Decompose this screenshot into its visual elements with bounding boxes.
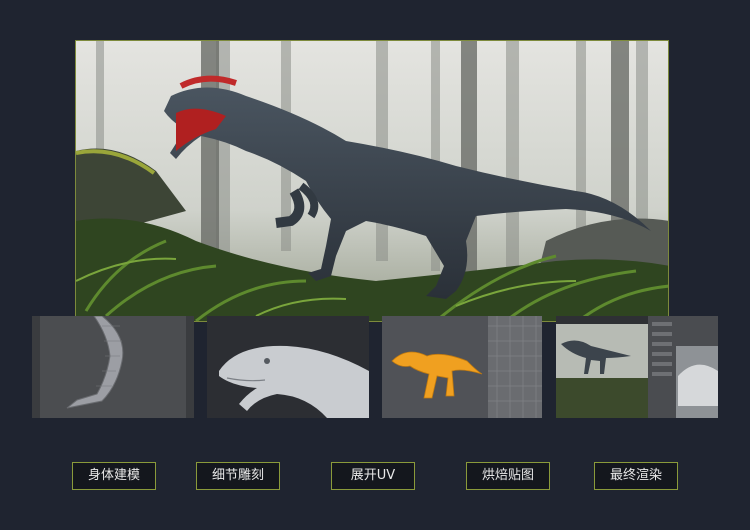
thumb-uv-unwrap bbox=[382, 316, 542, 418]
thumb-detail-sculpting bbox=[207, 316, 369, 418]
step-body-modeling: 身体建模 bbox=[72, 462, 156, 490]
process-thumbnails bbox=[0, 316, 750, 418]
step-detail-sculpting: 细节雕刻 bbox=[196, 462, 280, 490]
thumb-final-render bbox=[556, 316, 718, 418]
dinosaur-forest-render bbox=[76, 41, 668, 321]
step-final-render: 最终渲染 bbox=[594, 462, 678, 490]
hero-render-image bbox=[75, 40, 669, 322]
step-texture-baking: 烘焙贴图 bbox=[466, 462, 550, 490]
step-uv-unwrap: 展开UV bbox=[331, 462, 415, 490]
thumb-body-modeling bbox=[32, 316, 194, 418]
